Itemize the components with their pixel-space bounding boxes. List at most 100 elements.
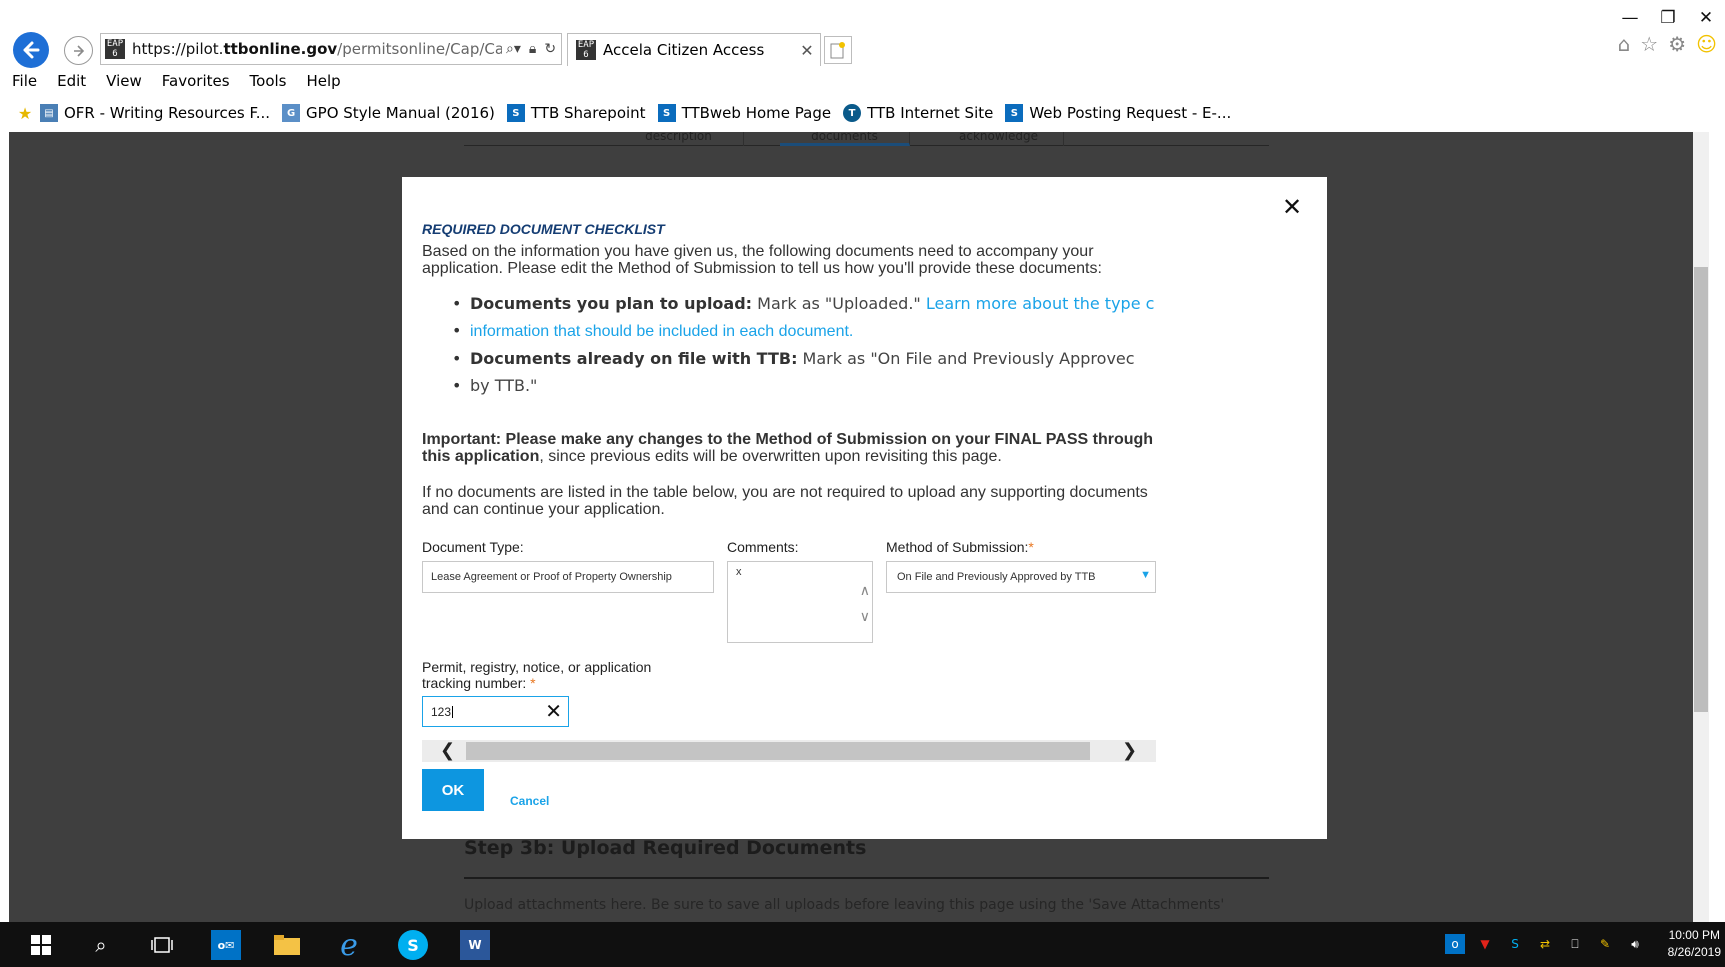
method-of-submission-label: Method of Submission:* (886, 539, 1034, 555)
page-scrollbar-thumb[interactable] (1694, 267, 1708, 712)
scroll-right-icon[interactable]: ❯ (1122, 740, 1137, 762)
comments-value: x (736, 566, 742, 578)
refresh-icon[interactable]: ↻ (544, 41, 556, 57)
sync-tray-icon[interactable]: ⇄ (1535, 934, 1555, 954)
sharepoint-icon: S (1005, 104, 1024, 122)
search-icon[interactable]: ⌕ (86, 930, 116, 960)
document-type-field: Lease Agreement or Proof of Property Own… (422, 561, 714, 593)
method-selected-value: On File and Previously Approved by TTB (897, 571, 1096, 583)
favorites-star-icon[interactable]: ☆ (1640, 32, 1658, 56)
method-of-submission-select[interactable]: On File and Previously Approved by TTB ▼ (886, 561, 1156, 593)
underlay-step-tabs: description documents acknowledge (464, 132, 1269, 146)
horizontal-scrollbar-thumb[interactable] (466, 742, 1090, 760)
add-favorite-star-icon[interactable]: ★ (16, 104, 34, 123)
favorite-ttb-internet[interactable]: T TTB Internet Site (843, 104, 993, 122)
tracking-number-label: Permit, registry, notice, or application… (422, 659, 651, 691)
smiley-feedback-icon[interactable]: ☺ (1696, 32, 1717, 56)
learn-more-link-continued[interactable]: information that should be included in e… (470, 323, 853, 340)
navigation-row: EAP 6 https://pilot.ttbonline.gov/permit… (0, 28, 1725, 72)
favorite-ttb-sharepoint[interactable]: S TTB Sharepoint (506, 104, 646, 122)
tab-favicon-icon: EAP 6 (576, 40, 596, 60)
chevron-up-icon[interactable]: ∧ (860, 582, 870, 599)
checklist-intro: Based on the information you have given … (422, 243, 1102, 277)
address-bar[interactable]: EAP 6 https://pilot.ttbonline.gov/permit… (100, 33, 562, 65)
forward-arrow-icon (73, 44, 84, 57)
word-icon[interactable]: W (460, 930, 490, 960)
favorite-label: GPO Style Manual (2016) (306, 104, 495, 122)
favorite-label: TTB Sharepoint (530, 104, 646, 122)
favorite-ofr-writing[interactable]: ▤ OFR - Writing Resources F... (40, 104, 270, 122)
site-favicon-icon: EAP 6 (105, 39, 125, 59)
comments-textarea[interactable]: x ∧ ∨ (727, 561, 873, 643)
clock-date: 8/26/2019 (1667, 945, 1721, 959)
internet-explorer-icon[interactable]: e (334, 928, 364, 963)
start-button[interactable] (26, 930, 56, 960)
menu-view[interactable]: View (106, 72, 142, 94)
favorite-ttbweb-home[interactable]: S TTBweb Home Page (657, 104, 832, 122)
cancel-link[interactable]: Cancel (510, 794, 549, 808)
bullet-upload-continuation: information that should be included in e… (452, 317, 1167, 345)
task-view-icon[interactable] (147, 930, 177, 960)
menu-edit[interactable]: Edit (57, 72, 86, 94)
learn-more-link[interactable]: Learn more about the type c (926, 294, 1155, 313)
favorite-label: TTBweb Home Page (681, 104, 832, 122)
favorite-gpo-style[interactable]: G GPO Style Manual (2016) (282, 104, 495, 122)
url-path: /permitsonline/Cap/Cap (337, 40, 502, 58)
menu-favorites[interactable]: Favorites (162, 72, 230, 94)
underlay-upload-note: Upload attachments here. Be sure to save… (464, 897, 1225, 913)
document-icon: ▤ (40, 104, 58, 122)
lock-icon[interactable]: 🔒︎ (529, 41, 536, 57)
bullet-on-file-text-continued: by TTB." (470, 376, 538, 395)
url-text[interactable]: https://pilot.ttbonline.gov/permitsonlin… (132, 40, 502, 58)
home-icon[interactable]: ⌂ (1618, 32, 1631, 56)
settings-gear-icon[interactable]: ⚙ (1668, 32, 1686, 56)
outlook-icon[interactable]: o✉ (211, 930, 241, 960)
table-horizontal-scrollbar[interactable]: ❮ ❯ (422, 740, 1156, 762)
page-scrollbar[interactable] (1693, 132, 1709, 922)
back-arrow-icon (23, 41, 40, 59)
menu-bar: File Edit View Favorites Tools Help (0, 72, 361, 94)
clear-input-icon[interactable]: ✕ (545, 699, 562, 724)
outlook-tray-icon[interactable]: o (1445, 934, 1465, 954)
back-button[interactable] (13, 32, 49, 68)
new-tab-icon (830, 42, 845, 59)
scroll-left-icon[interactable]: ❮ (440, 740, 455, 762)
bullet-upload-bold: Documents you plan to upload: (470, 294, 753, 313)
file-explorer-icon[interactable] (272, 930, 302, 960)
menu-file[interactable]: File (12, 72, 37, 94)
new-tab-button[interactable] (824, 36, 852, 64)
system-clock[interactable]: 10:00 PM 8/26/2019 (1668, 927, 1721, 961)
windows-taskbar: ⌕ o✉ e S W o ▼ S ⇄ ⎕ ✎ 🔊︎ 10:00 PM 8/26/… (0, 922, 1725, 967)
url-scheme: https://pilot. (132, 40, 224, 58)
usb-tray-icon[interactable]: ⎕ (1565, 934, 1585, 954)
search-dropdown-icon[interactable]: ⌕▾ (506, 41, 521, 57)
chevron-down-icon[interactable]: ∨ (860, 608, 870, 625)
underlay-tab-description: description (614, 132, 744, 146)
ok-button[interactable]: OK (422, 769, 484, 811)
menu-tools[interactable]: Tools (250, 72, 287, 94)
volume-icon[interactable]: 🔊︎ (1625, 934, 1645, 954)
favorite-web-posting[interactable]: S Web Posting Request - E-... (1005, 104, 1231, 122)
notes-tray-icon[interactable]: ✎ (1595, 934, 1615, 954)
windows-logo-icon (31, 935, 51, 955)
required-star: * (530, 675, 536, 691)
menu-help[interactable]: Help (307, 72, 341, 94)
tracking-number-value: 123 (431, 704, 452, 719)
toolbar-icons: ⌂ ☆ ⚙ ☺ (1618, 32, 1717, 56)
tracking-number-input[interactable]: 123 ✕ (422, 696, 569, 727)
favorite-label: TTB Internet Site (867, 104, 994, 122)
url-domain: ttbonline.gov (223, 40, 338, 58)
mcafee-tray-icon[interactable]: ▼ (1475, 934, 1495, 954)
bullet-upload: Documents you plan to upload: Mark as "U… (452, 290, 1167, 317)
no-documents-note: If no documents are listed in the table … (422, 484, 1148, 518)
close-dialog-icon[interactable]: ✕ (1282, 195, 1302, 219)
tab-close-icon[interactable]: ✕ (794, 41, 820, 60)
dropdown-arrow-icon[interactable]: ▼ (1140, 569, 1151, 581)
skype-icon[interactable]: S (398, 930, 428, 960)
tracking-label-text: tracking number: (422, 675, 527, 691)
browser-chrome: — ❐ ✕ EAP 6 https://pilot.ttbonline.gov/… (0, 0, 1725, 132)
tab-accela-citizen-access[interactable]: EAP 6 Accela Citizen Access ✕ (567, 33, 821, 66)
forward-button[interactable] (64, 36, 93, 65)
tracking-label-line-1: Permit, registry, notice, or application (422, 659, 652, 675)
skype-tray-icon[interactable]: S (1505, 934, 1525, 954)
